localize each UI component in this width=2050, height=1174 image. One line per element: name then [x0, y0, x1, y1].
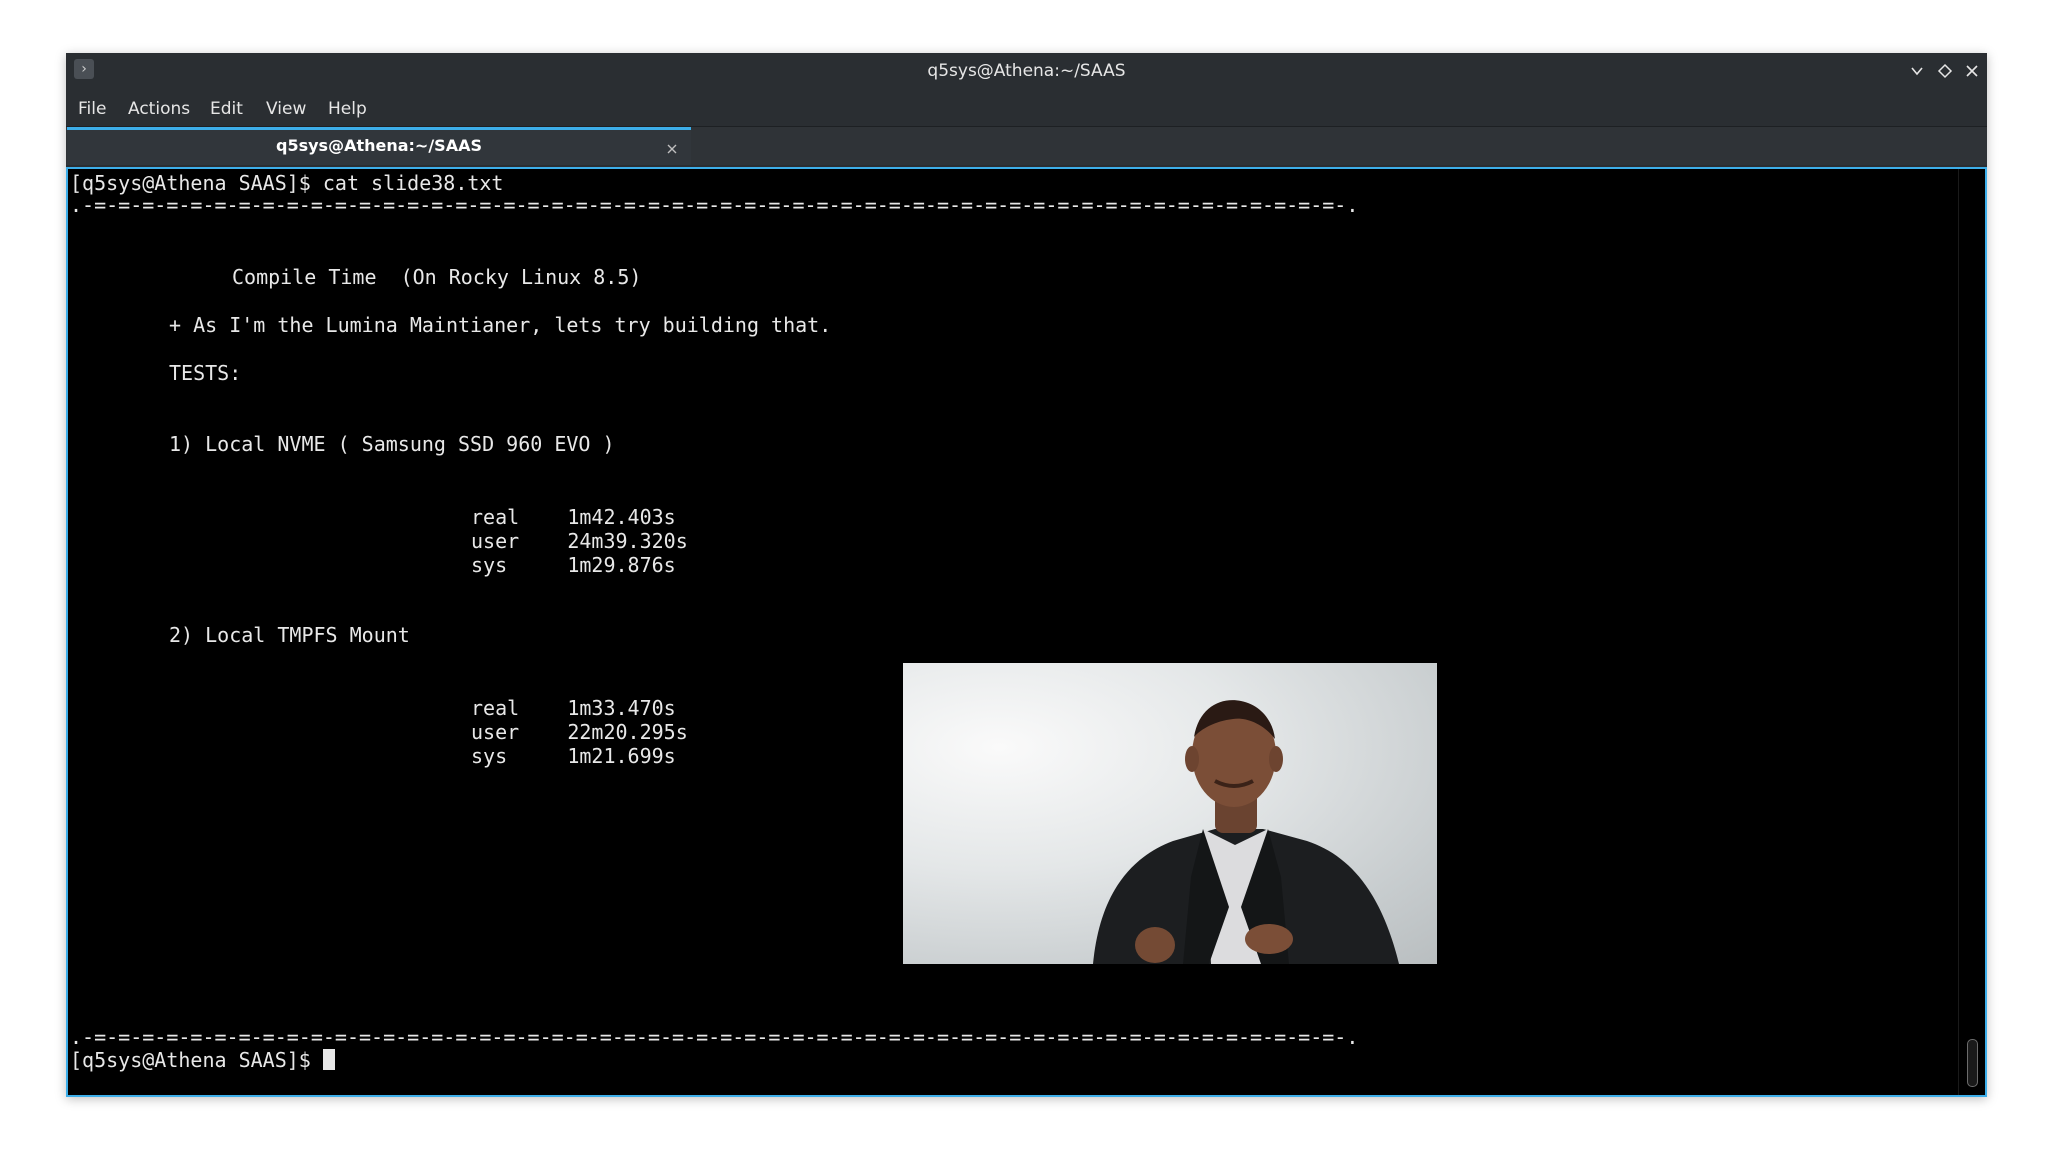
- tab-close-button[interactable]: [665, 134, 679, 161]
- minimize-button[interactable]: [1905, 59, 1929, 83]
- presenter-video-overlay: [903, 663, 1437, 964]
- tab-terminal-session[interactable]: q5sys@Athena:~/SAAS: [67, 127, 691, 165]
- menu-view[interactable]: View: [266, 99, 306, 119]
- menu-actions[interactable]: Actions: [128, 99, 190, 119]
- diamond-icon: [1937, 63, 1953, 79]
- separator-top: .-=-=-=-=-=-=-=-=-=-=-=-=-=-=-=-=-=-=-=-…: [70, 193, 1359, 217]
- maximize-button[interactable]: [1933, 59, 1957, 83]
- prompt-text: [q5sys@Athena SAAS]$: [70, 1048, 323, 1072]
- title-bar[interactable]: › q5sys@Athena:~/SAAS: [66, 53, 1987, 91]
- scrollbar-thumb[interactable]: [1967, 1039, 1978, 1087]
- text-cursor: [322, 1049, 335, 1070]
- test1-user: user 24m39.320s: [471, 529, 688, 553]
- close-icon: [1966, 65, 1978, 77]
- konsole-window: › q5sys@Athena:~/SAAS File Actions Edit …: [66, 53, 1987, 1097]
- menu-bar: File Actions Edit View Help: [66, 91, 1987, 125]
- tab-bar: q5sys@Athena:~/SAAS: [66, 126, 1987, 165]
- tab-label: q5sys@Athena:~/SAAS: [276, 136, 482, 155]
- test1-sys: sys 1m29.876s: [471, 553, 676, 577]
- test2-user: user 22m20.295s: [471, 720, 688, 744]
- close-icon: [667, 144, 677, 154]
- menu-edit[interactable]: Edit: [210, 99, 243, 119]
- tests-label: TESTS:: [169, 361, 242, 385]
- separator-bottom: .-=-=-=-=-=-=-=-=-=-=-=-=-=-=-=-=-=-=-=-…: [70, 1025, 1359, 1049]
- test2-title: 2) Local TMPFS Mount: [169, 623, 410, 647]
- test1-real: real 1m42.403s: [471, 505, 676, 529]
- close-button[interactable]: [1960, 59, 1984, 83]
- presenter-figure: [1093, 700, 1399, 964]
- slide-heading: Compile Time (On Rocky Linux 8.5): [232, 265, 642, 289]
- slide-note: + As I'm the Lumina Maintianer, lets try…: [169, 313, 832, 337]
- window-title: q5sys@Athena:~/SAAS: [927, 61, 1126, 81]
- menu-help[interactable]: Help: [328, 99, 367, 119]
- test1-title: 1) Local NVME ( Samsung SSD 960 EVO ): [169, 432, 615, 456]
- test2-real: real 1m33.470s: [471, 696, 676, 720]
- prompt-line[interactable]: [q5sys@Athena SAAS]$: [70, 1048, 335, 1072]
- test2-sys: sys 1m21.699s: [471, 744, 676, 768]
- chevron-down-icon: [1911, 67, 1923, 76]
- command-line: [q5sys@Athena SAAS]$ cat slide38.txt: [70, 171, 504, 195]
- menu-file[interactable]: File: [78, 99, 106, 119]
- scrollbar[interactable]: [1958, 169, 1985, 1095]
